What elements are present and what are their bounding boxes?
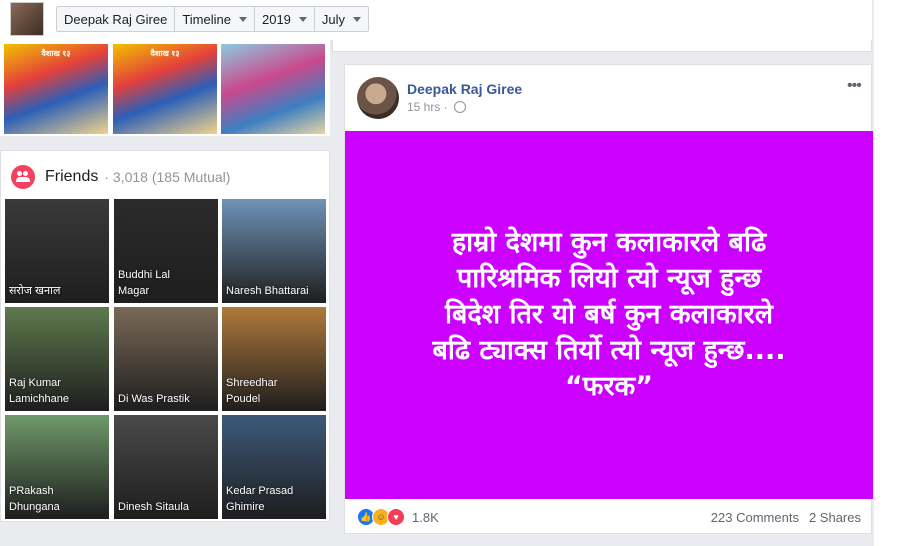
friend-name[interactable]: Raj Kumar Lamichhane xyxy=(9,375,69,407)
friend-name[interactable]: Dinesh Sitaula xyxy=(118,499,189,515)
more-options-icon[interactable]: ••• xyxy=(847,77,862,95)
post-timestamp[interactable]: 15 hrs · xyxy=(407,100,448,114)
chevron-down-icon xyxy=(298,16,307,22)
friend-name[interactable]: Buddhi Lal Magar xyxy=(118,267,170,299)
right-gutter xyxy=(874,0,900,546)
author-avatar[interactable] xyxy=(357,77,399,119)
photo-thumbnail[interactable] xyxy=(221,44,325,134)
photo-thumbnail[interactable]: वैशाख १३ xyxy=(4,44,108,134)
friends-icon xyxy=(11,165,35,189)
poster-caption: वैशाख १३ xyxy=(150,49,180,58)
friend-tile[interactable]: Kedar Prasad Ghimire xyxy=(222,415,326,519)
profile-avatar-thumbnail[interactable] xyxy=(10,2,44,36)
friend-tile[interactable]: Shreedhar Poudel xyxy=(222,307,326,411)
crumb-year-dropdown[interactable]: 2019 xyxy=(255,7,315,31)
post-engagement-bar: 👍 ☺ ♥ 1.8K 223 Comments 2 Shares xyxy=(357,507,861,527)
comments-count-link[interactable]: 223 Comments xyxy=(711,510,799,525)
timeline-breadcrumb: Deepak Raj Giree Timeline 2019 July xyxy=(56,6,370,32)
photo-thumbnail[interactable]: वैशाख १३ xyxy=(113,44,217,134)
friend-tile[interactable]: Raj Kumar Lamichhane xyxy=(5,307,109,411)
friend-name[interactable]: सरोज खनाल xyxy=(9,283,60,299)
post-author-link[interactable]: Deepak Raj Giree xyxy=(407,81,522,97)
love-reaction-icon[interactable]: ♥ xyxy=(387,508,405,526)
poster-caption: वैशाख १३ xyxy=(41,49,71,58)
post-colored-background: हाम्रो देशमा कुन कलाकारले बढि पारिश्रमिक… xyxy=(345,131,873,499)
reactions-count[interactable]: 1.8K xyxy=(412,510,439,525)
previous-post-edge xyxy=(332,40,872,52)
crumb-month-dropdown[interactable]: July xyxy=(315,7,368,31)
friends-count: · 3,018 (185 Mutual) xyxy=(104,169,231,185)
friends-title-link[interactable]: Friends xyxy=(45,168,98,186)
friend-name[interactable]: Naresh Bhattarai xyxy=(226,283,309,299)
friend-tile[interactable]: सरोज खनाल xyxy=(5,199,109,303)
timeline-navigation-bar: Deepak Raj Giree Timeline 2019 July xyxy=(0,0,872,41)
chevron-down-icon xyxy=(238,16,247,22)
friends-header: Friends · 3,018 (185 Mutual) xyxy=(11,165,230,189)
friends-card: Friends · 3,018 (185 Mutual) सरोज खनाल Bu… xyxy=(0,150,330,522)
globe-icon xyxy=(453,101,466,113)
friend-name[interactable]: Di Was Prastik xyxy=(118,391,190,407)
friend-tile[interactable]: Di Was Prastik xyxy=(114,307,218,411)
friend-name[interactable]: Shreedhar Poudel xyxy=(226,375,277,407)
friend-tile[interactable]: Dinesh Sitaula xyxy=(114,415,218,519)
friend-name[interactable]: PRakash Dhungana xyxy=(9,483,60,515)
friend-tile[interactable]: PRakash Dhungana xyxy=(5,415,109,519)
photos-strip: वैशाख १३ वैशाख १३ xyxy=(0,40,330,136)
friend-tile[interactable]: Buddhi Lal Magar xyxy=(114,199,218,303)
shares-count-link[interactable]: 2 Shares xyxy=(809,510,861,525)
friend-tile[interactable]: Naresh Bhattarai xyxy=(222,199,326,303)
chevron-down-icon xyxy=(353,16,362,22)
timeline-post: Deepak Raj Giree 15 hrs · ••• हाम्रो देश… xyxy=(344,64,873,534)
crumb-timeline-dropdown[interactable]: Timeline xyxy=(175,7,255,31)
friend-name[interactable]: Kedar Prasad Ghimire xyxy=(226,483,293,515)
post-text: हाम्रो देशमा कुन कलाकारले बढि पारिश्रमिक… xyxy=(432,227,786,402)
crumb-profile-name[interactable]: Deepak Raj Giree xyxy=(57,7,176,31)
post-meta: 15 hrs · xyxy=(407,100,466,114)
